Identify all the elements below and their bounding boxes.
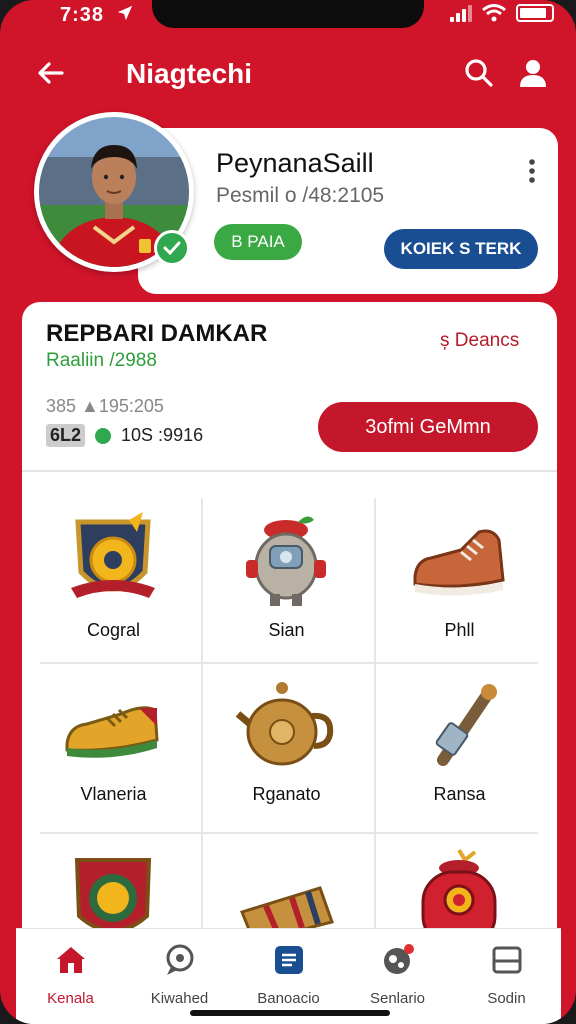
details-link-label: Deancs [454,330,520,351]
status-indicators [450,4,554,22]
nav-item-document[interactable]: Banoacio [234,939,343,1009]
shield-emblem-icon [71,512,155,598]
grid-item-label: Ransa [433,784,486,804]
stat-chip: 6L2 [46,424,86,447]
more-options-icon[interactable] [522,156,542,186]
grid-item-shield[interactable]: Cogral [32,500,195,663]
app-title: Niagtechi [126,58,253,89]
document-icon [274,946,303,974]
grid-item-label: Phll [444,620,475,640]
location-arrow-icon [117,5,133,21]
grid-item-kettle[interactable]: Rganato [205,664,368,827]
chat-bubble-icon [166,944,193,975]
grid-item-sneaker[interactable]: Phll [378,500,541,663]
verified-badge-icon [154,230,190,266]
kettle-icon [236,682,334,766]
phone-screen: 7:38 Niagtechi PeynanaSaill Pesmil o /48… [0,0,576,1024]
home-indicator[interactable] [190,1010,390,1016]
stat-line-primary: 385 ▲195:205 [46,396,164,416]
grid-divider [374,498,376,928]
app-bar: Niagtechi [0,38,576,114]
grid-item-bat[interactable]: Ransa [378,664,541,827]
wifi-icon [482,4,506,22]
battery-icon [516,4,554,22]
home-icon [56,947,85,973]
status-pill[interactable]: B PAIA [214,224,302,260]
nav-item-home[interactable]: Kenala [16,939,125,1009]
nav-label: Kiwahed [150,990,209,1007]
robot-pot-icon [246,516,326,606]
boot-icon [65,706,159,758]
nav-item-chat[interactable]: Kiwahed [125,939,234,1009]
back-arrow-icon[interactable] [34,56,68,90]
profile-name: PeynanaSaill [216,148,374,178]
profile-subtitle: Pesmil o /48:2105 [216,184,385,207]
search-icon[interactable] [462,56,496,90]
nav-label: Sodin [487,990,526,1007]
account-icon[interactable] [516,56,550,90]
status-bar: 7:38 [0,0,576,34]
stat-value: 10S :9916 [121,425,204,445]
grid-divider [201,498,203,928]
grid-item-label: Vlaneria [80,784,147,804]
tray-icon [492,946,521,974]
stat-line-secondary: 6L2 10S :9916 [46,424,203,447]
link-icon: ș [440,330,450,351]
grid-divider [40,832,538,834]
primary-action-button[interactable]: 3ofmi GeMmn [318,402,538,452]
signal-icon [450,4,472,22]
status-time: 7:38 [60,4,105,26]
section-subtitle: Raaliin /2988 [46,350,157,371]
grid-item-label: Cogral [86,620,141,640]
grid-item-label: Rganato [252,784,321,804]
nav-label: Banoacio [257,990,320,1007]
grid-item-boot[interactable]: Vlaneria [32,664,195,827]
nav-label: Kenala [47,990,94,1007]
profile-action-button[interactable]: KOIEK S TERK [384,229,538,269]
section-title: REPBARI DAMKAR [46,320,268,347]
green-dot-icon [95,427,112,444]
nav-item-tray[interactable]: Sodin [452,939,561,1009]
details-link[interactable]: ș Deancs [440,330,519,352]
ball-icon [383,944,414,974]
sneaker-icon [413,529,505,596]
nav-item-activity[interactable]: Senlario [343,939,452,1009]
nav-label: Senlario [369,990,426,1007]
grid-item-robot[interactable]: Sian [205,500,368,663]
notch [152,0,424,28]
divider [22,470,557,472]
grid-item-label: Sian [268,620,305,640]
bat-icon [435,684,497,766]
